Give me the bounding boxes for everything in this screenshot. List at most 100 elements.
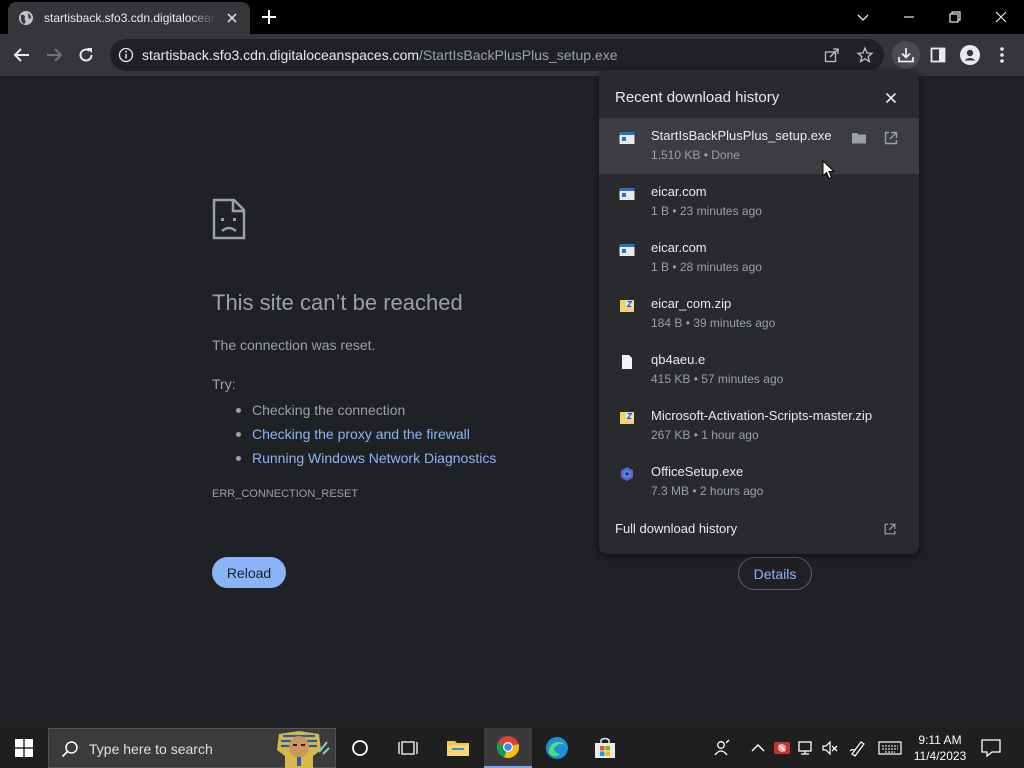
profile-button[interactable]: [958, 43, 982, 67]
system-clock[interactable]: 9:11 AM 11/4/2023: [908, 732, 972, 764]
security-shield-icon[interactable]: [772, 738, 792, 758]
download-item[interactable]: qb4aeu.e 415 KB • 57 minutes ago: [599, 342, 919, 398]
start-button[interactable]: [0, 728, 48, 768]
chrome-icon: [496, 736, 519, 759]
chrome-taskbar-button[interactable]: [484, 728, 532, 768]
forward-button[interactable]: [42, 43, 66, 67]
minimize-icon[interactable]: [898, 6, 920, 28]
download-filename: OfficeSetup.exe: [651, 464, 744, 479]
network-icon[interactable]: [796, 738, 816, 758]
download-item[interactable]: eicar_com.zip 184 B • 39 minutes ago: [599, 286, 919, 342]
file-explorer-icon: [447, 741, 469, 756]
mouse-cursor-icon: [822, 160, 836, 180]
show-hidden-icons-chevron-icon[interactable]: [748, 738, 768, 758]
tab-strip: startisback.sfo3.cdn.digitaloceanspaces.…: [0, 0, 1024, 34]
file-icon: [622, 355, 632, 369]
side-panel-button[interactable]: [926, 43, 950, 67]
site-info-icon[interactable]: [118, 47, 134, 63]
bookmark-star-icon[interactable]: [856, 46, 874, 64]
download-filename: StartIsBackPlusPlus_setup.exe: [651, 128, 832, 143]
download-item[interactable]: eicar.com 1 B • 23 minutes ago: [599, 174, 919, 230]
zip-icon: [620, 412, 634, 424]
download-filename: eicar_com.zip: [651, 296, 732, 311]
download-item[interactable]: Microsoft-Activation-Scripts-master.zip …: [599, 398, 919, 454]
people-icon[interactable]: [712, 738, 732, 758]
reload-icon: [79, 48, 93, 62]
pen-workspace-icon[interactable]: [848, 738, 868, 758]
exe-icon: [619, 132, 635, 144]
back-button[interactable]: [10, 43, 34, 67]
search-highlight-pharaoh-icon: [277, 731, 330, 768]
show-in-folder-icon[interactable]: [851, 130, 867, 146]
full-download-history-label: Full download history: [615, 521, 738, 536]
details-button[interactable]: Details: [738, 557, 812, 590]
download-meta: 267 KB • 1 hour ago: [651, 428, 759, 442]
download-icon: [898, 48, 914, 63]
task-view-icon: [398, 741, 418, 755]
touch-keyboard-icon[interactable]: [878, 738, 902, 758]
zip-icon: [620, 300, 634, 312]
download-meta: 184 B • 39 minutes ago: [651, 316, 776, 330]
tab-close-icon[interactable]: [224, 10, 240, 26]
error-code: ERR_CONNECTION_RESET: [212, 488, 359, 500]
microsoft-store-icon: [595, 737, 615, 758]
download-meta: 1 B • 23 minutes ago: [651, 204, 762, 218]
try-label: Try:: [212, 376, 236, 392]
taskbar-search-box[interactable]: Type here to search: [48, 728, 336, 768]
open-external-icon: [884, 523, 896, 535]
download-filename: qb4aeu.e: [651, 352, 706, 367]
reload-button[interactable]: Reload: [212, 557, 286, 588]
active-tab[interactable]: startisback.sfo3.cdn.digitaloceanspaces.…: [8, 2, 250, 34]
forward-arrow-icon: [47, 48, 63, 62]
download-bubble: Recent download history StartIsBackPlusP…: [599, 70, 919, 554]
cortana-circle-icon: [352, 740, 368, 756]
download-meta: 1 B • 28 minutes ago: [651, 260, 762, 274]
exe-icon: [619, 244, 635, 256]
file-explorer-button[interactable]: [434, 728, 482, 768]
download-item[interactable]: OfficeSetup.exe 7.3 MB • 2 hours ago: [599, 454, 919, 510]
suggestion-network-diagnostics-link[interactable]: Running Windows Network Diagnostics: [236, 446, 496, 470]
address-bar[interactable]: startisback.sfo3.cdn.digitaloceanspaces.…: [110, 39, 884, 71]
reload-toolbar-button[interactable]: [74, 43, 98, 67]
tab-search-icon[interactable]: [852, 6, 874, 28]
search-icon: [61, 741, 78, 758]
store-taskbar-button[interactable]: [581, 728, 629, 768]
kebab-menu-icon: [1000, 47, 1004, 63]
office-icon: [621, 467, 633, 481]
sad-page-icon: [212, 198, 246, 240]
edge-icon: [546, 737, 568, 759]
exe-icon: [619, 188, 635, 200]
clock-time: 9:11 AM: [918, 733, 962, 747]
new-tab-icon[interactable]: [260, 8, 278, 26]
task-view-button[interactable]: [384, 728, 432, 768]
share-icon[interactable]: [824, 47, 840, 63]
downloads-button[interactable]: [892, 41, 920, 69]
tab-title: startisback.sfo3.cdn.digitaloceanspaces.…: [44, 11, 216, 25]
full-download-history-link[interactable]: Full download history: [599, 514, 919, 544]
download-item[interactable]: StartIsBackPlusPlus_setup.exe 1,510 KB •…: [599, 118, 919, 174]
cortana-button[interactable]: [336, 728, 384, 768]
open-external-icon[interactable]: [883, 130, 899, 146]
download-meta: 415 KB • 57 minutes ago: [651, 372, 784, 386]
error-title: This site can’t be reached: [212, 290, 463, 315]
notification-center-icon[interactable]: [980, 738, 1002, 758]
globe-icon: [19, 11, 33, 25]
download-meta: 1,510 KB • Done: [651, 148, 740, 162]
download-item[interactable]: eicar.com 1 B • 28 minutes ago: [599, 230, 919, 286]
suggestion-check-proxy-link[interactable]: Checking the proxy and the firewall: [236, 422, 496, 446]
back-arrow-icon: [13, 48, 29, 62]
error-message: The connection was reset.: [212, 337, 376, 353]
volume-muted-icon[interactable]: [820, 738, 840, 758]
suggestion-check-connection: Checking the connection: [236, 398, 496, 422]
search-placeholder: Type here to search: [89, 741, 213, 757]
download-filename: Microsoft-Activation-Scripts-master.zip: [651, 408, 873, 423]
download-meta: 7.3 MB • 2 hours ago: [651, 484, 764, 498]
restore-icon[interactable]: [944, 6, 966, 28]
clock-date: 11/4/2023: [913, 749, 967, 763]
profile-avatar-icon: [960, 45, 980, 65]
url-text: startisback.sfo3.cdn.digitaloceanspaces.…: [142, 47, 617, 63]
close-window-icon[interactable]: [990, 6, 1012, 28]
edge-taskbar-button[interactable]: [533, 728, 581, 768]
menu-button[interactable]: [990, 43, 1014, 67]
download-bubble-close-icon[interactable]: [883, 90, 899, 106]
